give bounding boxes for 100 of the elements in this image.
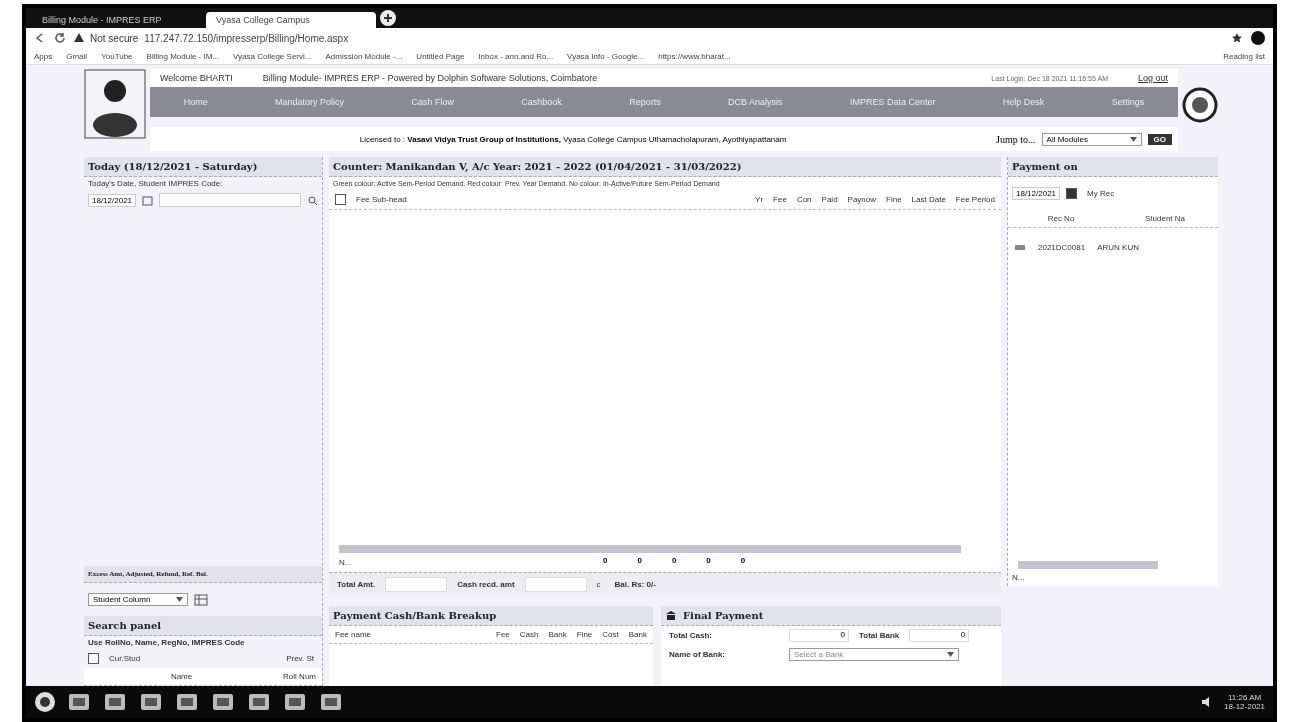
- taskbar-app-icon[interactable]: [246, 691, 272, 713]
- date-field[interactable]: 18/12/2021: [1012, 187, 1061, 200]
- total-value: 0: [603, 556, 608, 567]
- bookmark-link[interactable]: Admission Module -...: [325, 51, 403, 61]
- total-bank-field[interactable]: 0: [909, 629, 970, 642]
- column-header: Fine: [576, 630, 593, 639]
- bookmark-link[interactable]: Apps: [34, 51, 53, 61]
- balance-text: Bal. Rs: 0/-: [613, 579, 657, 591]
- footer-label: N...: [338, 557, 353, 569]
- column-header: Fee: [773, 195, 787, 204]
- taskbar-app-icon[interactable]: [174, 691, 200, 713]
- grid-icon[interactable]: [194, 593, 208, 606]
- bank-icon: [665, 610, 677, 621]
- column-header: Bank: [548, 630, 567, 639]
- address-bar[interactable]: Not secure 117.247.72.150/impresserp/Billing/Home.aspx: [74, 32, 1223, 44]
- total-value: 0: [706, 556, 711, 567]
- app-title: Billing Module- IMPRES ERP - Powered by Dolphin Software Solutions, Coimbatore: [262, 73, 598, 83]
- caret-icon: [176, 597, 183, 602]
- checkbox-label: Cur.Stud: [108, 653, 142, 665]
- security-label: Not secure: [90, 32, 139, 44]
- prev-label: Prev. St: [285, 653, 315, 665]
- total-cash-field[interactable]: 0: [789, 629, 849, 642]
- table-cell: 2021DC0081: [1038, 242, 1086, 252]
- module-select[interactable]: All Modules: [1041, 132, 1142, 146]
- bookmark-link[interactable]: https://www.bharat...: [658, 51, 731, 61]
- total-field[interactable]: [385, 577, 448, 592]
- new-tab-button[interactable]: [380, 10, 396, 26]
- bookmark-link[interactable]: Billing Module - IM...: [146, 51, 220, 61]
- panel-title: Payment on: [1008, 157, 1218, 177]
- logout-link[interactable]: Log out: [1137, 73, 1168, 83]
- column-header: Bank: [628, 630, 647, 639]
- bank-select[interactable]: Select a Bank: [789, 648, 959, 661]
- panel-title: Today (18/12/2021 - Saturday): [84, 157, 322, 177]
- star-icon[interactable]: [1231, 32, 1243, 44]
- scroll-bar[interactable]: [339, 545, 961, 553]
- column-header: Cash: [519, 630, 539, 639]
- date-prompt: Today's Date, Student IMPRES Code:: [87, 178, 224, 190]
- taskbar-app-icon[interactable]: [282, 691, 308, 713]
- license-text: Licensed to : Vasavi Vidya Trust Group of Institutions, Vyasa College Campus Uthamacholapuram, Ayothiyapattanam: [359, 134, 787, 144]
- go-button[interactable]: GO: [1147, 133, 1172, 145]
- column-header: Roll Num: [283, 672, 316, 681]
- taskbar-app-icon[interactable]: [66, 691, 92, 713]
- bookmark-link[interactable]: Inbox - ann.and Ro...: [478, 51, 554, 61]
- emblem-icon: [1182, 87, 1218, 123]
- total-value: 0: [740, 556, 746, 567]
- search-hint: Use RollNo, Name, RegNo, IMPRES Code: [87, 637, 246, 649]
- clock-date[interactable]: 18-12-2021: [1224, 702, 1265, 711]
- bookmark-link[interactable]: Vyasa Info - Google...: [567, 51, 645, 61]
- column-header: Paynow: [847, 195, 877, 204]
- column-header: Paid: [821, 195, 838, 204]
- total-value: 0: [637, 556, 642, 567]
- panel-title: Payment Cash/Bank Breakup: [329, 606, 653, 626]
- caret-icon: [1129, 136, 1137, 142]
- total-label: Total Amt.: [336, 579, 377, 591]
- warning-icon: [74, 32, 84, 42]
- column-header: Last Date: [911, 195, 946, 204]
- calendar-icon[interactable]: [142, 194, 154, 206]
- scroll-bar[interactable]: [1018, 561, 1158, 569]
- checkbox[interactable]: [335, 194, 346, 205]
- table-cell: ARUN KUN: [1097, 242, 1139, 252]
- bookmark-link[interactable]: Vyasa College Servi...: [233, 51, 312, 61]
- search-icon[interactable]: [307, 194, 318, 206]
- checkbox[interactable]: [1066, 188, 1078, 199]
- url-text: 117.247.72.150/impresserp/Billing/Home.aspx: [144, 32, 349, 44]
- bookmark-link[interactable]: YouTube: [101, 51, 133, 61]
- total-value: 0: [671, 556, 677, 567]
- avatar-icon: [84, 69, 146, 139]
- checkbox-label: My Rec: [1086, 188, 1116, 200]
- bookmark-link[interactable]: Untitled Page: [416, 51, 465, 61]
- taskbar-app-icon[interactable]: [102, 691, 128, 713]
- browser-tab[interactable]: Vyasa College Campus: [206, 12, 376, 28]
- cash-field[interactable]: [524, 577, 587, 592]
- panel-title: Search panel: [84, 616, 322, 636]
- column-header: Con: [796, 195, 812, 204]
- panel-title: Counter: Manikandan V, A/c Year: 2021 - 2022 (01/04/2021 - 31/03/2022): [329, 157, 1001, 177]
- bookmark-link[interactable]: Gmail: [66, 51, 88, 61]
- cash-label: Cash recd. amt: [456, 579, 516, 591]
- cash-suffix: c: [595, 579, 602, 591]
- column-header: Yr: [755, 195, 764, 204]
- column-header: Fee name: [335, 630, 373, 639]
- checkbox[interactable]: [88, 653, 99, 664]
- clock-time[interactable]: 11:26 AM: [1227, 693, 1262, 702]
- column-header: Cost: [602, 630, 619, 639]
- print-icon[interactable]: [1014, 242, 1026, 252]
- column-header: Fee Period: [955, 195, 995, 204]
- profile-icon[interactable]: [1251, 31, 1265, 45]
- column-header: Fine: [886, 195, 902, 204]
- reading-list-link[interactable]: Reading list: [1223, 51, 1265, 61]
- column-header: Fee: [496, 630, 510, 639]
- taskbar-app-icon[interactable]: [138, 691, 164, 713]
- footer-label: N...: [1011, 572, 1026, 584]
- start-icon[interactable]: [34, 691, 56, 713]
- taskbar-app-icon[interactable]: [210, 691, 236, 713]
- date-field[interactable]: 18/12/2021: [88, 193, 137, 207]
- browser-tab[interactable]: Billing Module - IMPRES ERP: [32, 12, 202, 28]
- reload-icon[interactable]: [54, 32, 66, 44]
- column-select[interactable]: Student Column: [88, 593, 188, 606]
- total-cash-label: Total Cash:: [668, 630, 713, 642]
- code-field[interactable]: [159, 193, 301, 207]
- taskbar-app-icon[interactable]: [318, 691, 344, 713]
